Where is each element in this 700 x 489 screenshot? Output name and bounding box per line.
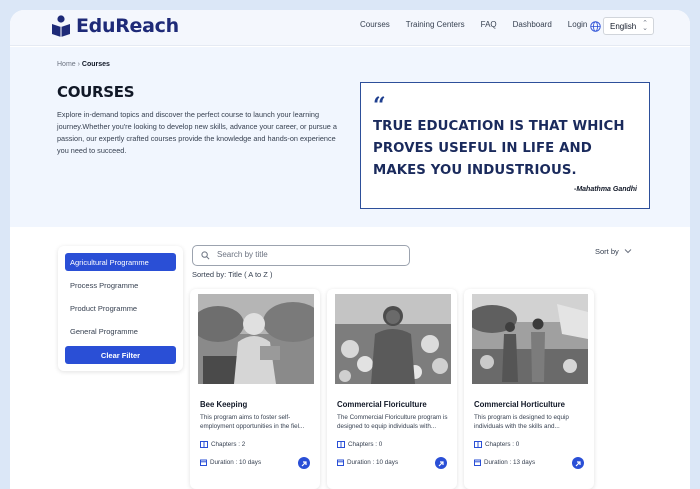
open-course-button[interactable]: [435, 457, 447, 469]
arrow-up-right-icon: [575, 461, 581, 467]
nav-training-centers[interactable]: Training Centers: [406, 20, 465, 29]
course-title: Bee Keeping: [200, 400, 248, 409]
course-card[interactable]: Bee Keeping This program aims to foster …: [190, 289, 320, 489]
search-icon: [201, 251, 210, 260]
quote-text: True education is that which proves usef…: [373, 119, 625, 178]
search-input[interactable]: [217, 250, 397, 259]
filter-process-programme[interactable]: Process Programme: [65, 276, 176, 294]
page-description: Explore in-demand topics and discover th…: [57, 110, 337, 155]
updown-chevron-icon: ⌃ ⌄: [642, 20, 648, 32]
sort-by-dropdown[interactable]: Sort by: [595, 247, 632, 256]
breadcrumb-home[interactable]: Home: [57, 61, 76, 68]
hero-section: Home › Courses COURSES Explore in-demand…: [10, 47, 690, 227]
course-title: Commercial Floriculture: [337, 400, 427, 409]
course-chapters: Chapters : 0: [474, 441, 519, 448]
book-icon: [200, 441, 208, 448]
search-box[interactable]: [192, 245, 410, 266]
course-chapters: Chapters : 2: [200, 441, 245, 448]
filter-general-programme[interactable]: General Programme: [65, 322, 176, 340]
nav-login[interactable]: Login: [568, 20, 588, 29]
brand-name: EduReach: [76, 15, 179, 37]
chevron-down-icon: [624, 249, 632, 254]
course-image-bee-keeping: [198, 294, 314, 384]
course-duration: Duration : 13 days: [474, 459, 535, 466]
course-duration: Duration : 10 days: [337, 459, 398, 466]
chapters-value: Chapters : 2: [211, 441, 246, 448]
chapters-value: Chapters : 0: [348, 441, 383, 448]
nav-dashboard[interactable]: Dashboard: [513, 20, 552, 29]
filter-panel: Agricultural Programme Process Programme…: [58, 246, 183, 371]
language-value: English: [610, 22, 637, 31]
arrow-up-right-icon: [301, 461, 307, 467]
nav-faq[interactable]: FAQ: [481, 20, 497, 29]
arrow-up-right-icon: [438, 461, 444, 467]
sorted-by-label: Sorted by: Title ( A to Z ): [192, 270, 273, 279]
main-nav: Courses Training Centers FAQ Dashboard L…: [360, 20, 603, 29]
book-icon: [474, 441, 482, 448]
calendar-icon: [474, 459, 481, 466]
course-description: This program aims to foster self-employm…: [200, 414, 305, 430]
course-title: Commercial Horticulture: [474, 400, 565, 409]
sort-by-label: Sort by: [595, 247, 619, 256]
duration-value: Duration : 13 days: [484, 459, 536, 466]
course-card[interactable]: Commercial Horticulture This program is …: [464, 289, 594, 489]
breadcrumb-current: Courses: [81, 61, 110, 68]
quote-card: “ True education is that which proves us…: [360, 82, 650, 209]
app-window: EduReach Courses Training Centers FAQ Da…: [10, 10, 690, 489]
course-card[interactable]: Commercial Floriculture The Commercial F…: [327, 289, 457, 489]
course-chapters: Chapters : 0: [337, 441, 382, 448]
language-select[interactable]: English ⌃ ⌄: [603, 17, 654, 35]
open-course-button[interactable]: [298, 457, 310, 469]
course-duration: Duration : 10 days: [200, 459, 261, 466]
course-image-commercial-horticulture: [472, 294, 588, 384]
brand-logo[interactable]: EduReach: [50, 15, 179, 37]
clear-filter-button[interactable]: Clear Filter: [65, 346, 176, 364]
calendar-icon: [200, 459, 207, 466]
duration-value: Duration : 10 days: [347, 459, 399, 466]
course-description: The Commercial Floriculture program is d…: [337, 414, 448, 430]
course-description: This program is designed to equip indivi…: [474, 414, 569, 430]
globe-icon: [590, 21, 601, 32]
quote-author: -Mahathma Gandhi: [573, 186, 637, 193]
filter-agricultural-programme[interactable]: Agricultural Programme: [65, 253, 176, 271]
duration-value: Duration : 10 days: [210, 459, 262, 466]
page-title: COURSES: [57, 83, 135, 101]
open-course-button[interactable]: [572, 457, 584, 469]
logo-icon: [50, 15, 72, 37]
top-navbar: EduReach Courses Training Centers FAQ Da…: [10, 10, 690, 46]
chapters-value: Chapters : 0: [485, 441, 520, 448]
breadcrumb: Home › Courses: [57, 61, 110, 68]
calendar-icon: [337, 459, 344, 466]
filter-product-programme[interactable]: Product Programme: [65, 299, 176, 317]
book-icon: [337, 441, 345, 448]
nav-courses[interactable]: Courses: [360, 20, 390, 29]
course-image-commercial-floriculture: [335, 294, 451, 384]
